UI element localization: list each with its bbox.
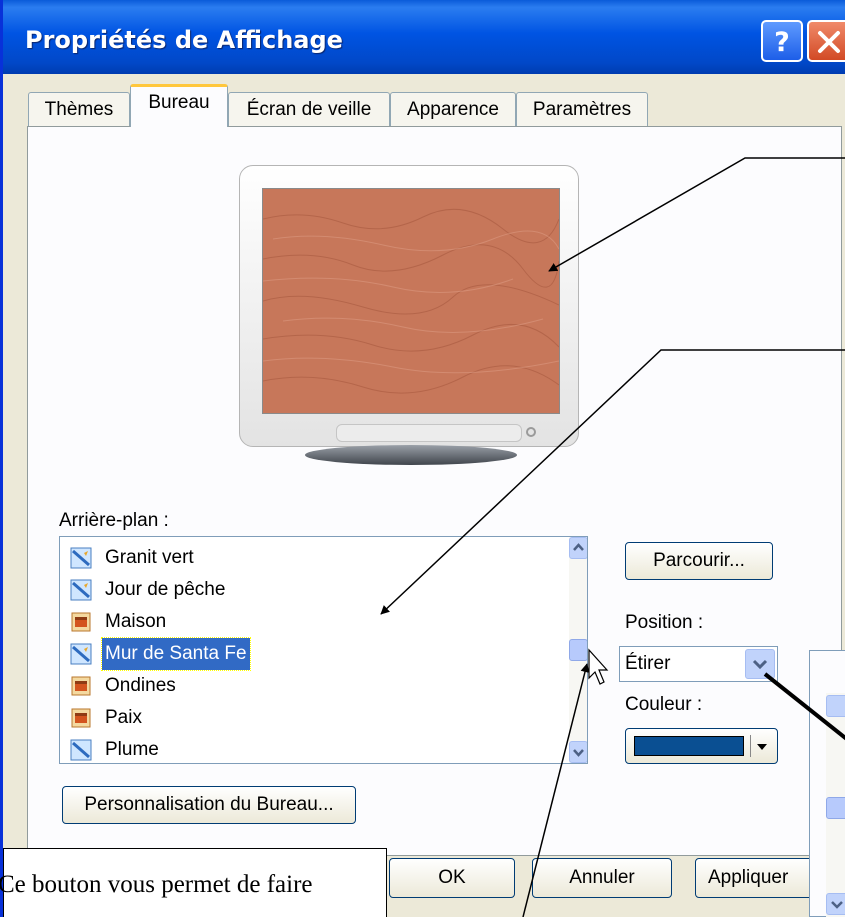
tab-themes[interactable]: Thèmes: [28, 92, 130, 126]
tab-settings[interactable]: Paramètres: [516, 92, 648, 126]
list-item-label: Jour de pêche: [105, 579, 226, 600]
caret-down-icon: [757, 744, 767, 750]
wallpaper-preview: [262, 188, 560, 414]
monitor-bezel: [336, 424, 522, 442]
position-select[interactable]: Étirer: [619, 646, 778, 682]
tab-bureau[interactable]: Bureau: [130, 84, 228, 127]
power-led-icon: [526, 427, 536, 437]
callout-box: Ce bouton vous permet de faire: [0, 848, 387, 917]
list-item-label: Plume: [105, 739, 159, 760]
apply-button[interactable]: Appliquer: [695, 858, 813, 898]
color-dropdown-arrow[interactable]: [750, 735, 773, 757]
monitor-preview: [235, 165, 587, 465]
callout-text: Ce bouton vous permet de faire: [0, 871, 313, 898]
photo-file-icon: [71, 612, 91, 632]
browse-button[interactable]: Parcourir...: [625, 542, 773, 580]
list-scrollbar[interactable]: [569, 537, 587, 763]
wallpaper-texture: [263, 189, 559, 413]
list-item-label: Maison: [105, 611, 167, 632]
list-item-label: Mur de Santa Fe: [101, 637, 251, 671]
ok-button[interactable]: OK: [389, 858, 515, 898]
background-list[interactable]: Granit vert Jour de pêche Maison Mur de …: [59, 536, 588, 764]
scroll-up-button[interactable]: [826, 695, 845, 717]
background-label: Arrière-plan :: [59, 510, 169, 531]
help-button[interactable]: ?: [761, 20, 803, 62]
position-value: Étirer: [625, 653, 671, 674]
chevron-down-icon: [573, 749, 584, 757]
window-title: Propriétés de Affichage: [25, 26, 343, 54]
monitor-frame: [239, 165, 579, 447]
scroll-down-button[interactable]: [569, 741, 587, 763]
scroll-thumb[interactable]: [826, 797, 845, 819]
position-dropdown-button[interactable]: [745, 649, 775, 679]
scroll-down-button[interactable]: [826, 893, 845, 915]
image-file-icon: [70, 547, 92, 569]
chevron-down-icon: [831, 901, 843, 909]
scroll-thumb[interactable]: [569, 639, 587, 661]
dropdown-scrollbar[interactable]: [826, 693, 845, 917]
tab-screensaver[interactable]: Écran de veille: [228, 92, 390, 126]
position-label: Position :: [625, 612, 704, 633]
list-item-label: Granit vert: [105, 547, 194, 568]
photo-file-icon: [71, 676, 91, 696]
close-icon: [818, 31, 840, 53]
color-picker-button[interactable]: [625, 728, 778, 764]
color-swatch: [634, 736, 744, 756]
list-item-label: Paix: [105, 707, 142, 728]
display-properties-window: Propriétés de Affichage ? Thèmes Bureau …: [0, 0, 845, 917]
chevron-down-icon: [752, 659, 768, 670]
image-file-icon: [70, 579, 92, 601]
list-item-label: Ondines: [105, 675, 176, 696]
title-bar[interactable]: Propriétés de Affichage ?: [3, 0, 845, 74]
image-file-icon: [70, 643, 92, 665]
color-label: Couleur :: [625, 694, 703, 715]
expanded-dropdown-preview: [809, 650, 845, 917]
tab-appearance[interactable]: Apparence: [390, 92, 516, 126]
close-button[interactable]: [807, 20, 845, 62]
image-file-icon: [70, 739, 92, 761]
cancel-button[interactable]: Annuler: [532, 858, 672, 898]
chevron-up-icon: [573, 543, 584, 551]
customize-desktop-button[interactable]: Personnalisation du Bureau...: [62, 786, 356, 824]
monitor-stand: [305, 445, 517, 465]
scroll-up-button[interactable]: [569, 537, 587, 559]
photo-file-icon: [71, 708, 91, 728]
